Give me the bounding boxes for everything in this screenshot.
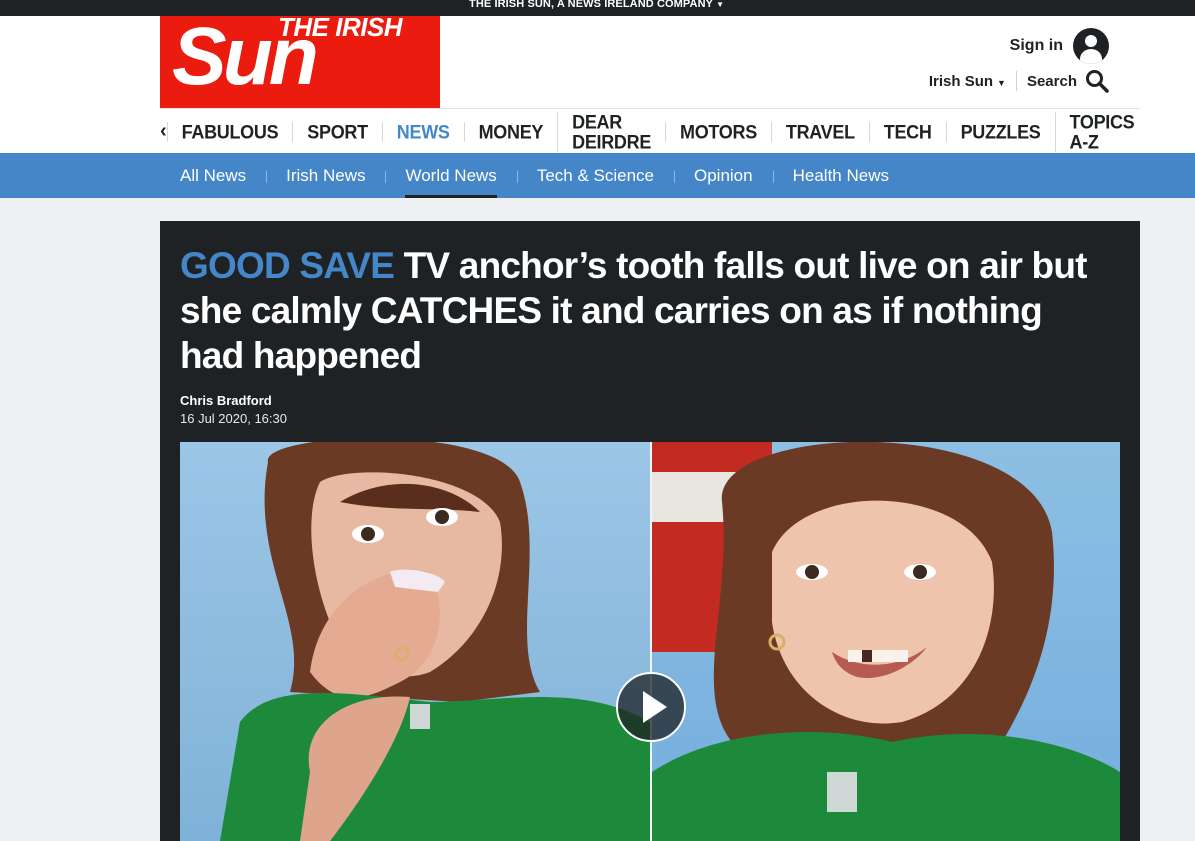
nav-item-puzzles[interactable]: PUZZLES	[945, 121, 1055, 141]
subnav-item-tech-science[interactable]: Tech & Science	[516, 153, 674, 198]
nav-item-sport[interactable]: SPORT	[292, 121, 382, 141]
frame-divider	[650, 442, 652, 841]
nav-item-money[interactable]: MONEY	[463, 121, 558, 141]
publish-date: 16 Jul 2020, 16:30	[180, 411, 287, 426]
company-label: THE IRISH SUN, A NEWS IRELAND COMPANY	[469, 0, 714, 10]
search-label: Search	[1026, 72, 1077, 90]
edition-selector[interactable]: Irish Sun ▼	[929, 73, 1006, 90]
subnav-item-world-news[interactable]: World News	[385, 153, 516, 198]
nav-item-tech[interactable]: TECH	[868, 121, 946, 141]
account-area: Sign in	[1010, 26, 1109, 66]
chevron-down-icon: ▼	[716, 0, 725, 9]
nav-item-topics[interactable]: TOPICS A-Z	[1054, 111, 1149, 152]
sub-nav: All News Irish News World News Tech & Sc…	[0, 153, 1195, 198]
subnav-item-irish-news[interactable]: Irish News	[266, 153, 385, 198]
subnav-item-health-news[interactable]: Health News	[772, 153, 909, 198]
search-icon	[1086, 70, 1109, 93]
top-bar: THE IRISH SUN, A NEWS IRELAND COMPANY ▼	[0, 0, 1195, 16]
nav-item-motors[interactable]: MOTORS	[665, 121, 771, 141]
author-link[interactable]: Chris Bradford	[180, 393, 272, 408]
divider	[1015, 71, 1017, 91]
subnav-item-opinion[interactable]: Opinion	[674, 153, 773, 198]
company-menu[interactable]: THE IRISH SUN, A NEWS IRELAND COMPANY ▼	[469, 0, 724, 10]
site-logo[interactable]: THE IRISH Sun	[160, 16, 440, 108]
main-nav: ‹ FABULOUS SPORT NEWS MONEY DEAR DEIRDRE…	[160, 108, 1140, 154]
anchor-gap-tooth-image	[652, 442, 1120, 841]
nav-item-dear-deirdre[interactable]: DEAR DEIRDRE	[557, 111, 665, 152]
play-icon[interactable]	[616, 672, 686, 742]
headline-kicker: GOOD SAVE	[180, 245, 395, 286]
logo-text-sun: Sun	[172, 16, 319, 102]
user-icon[interactable]	[1073, 28, 1109, 64]
video-frame-right	[652, 442, 1120, 841]
video-player[interactable]	[180, 442, 1120, 841]
edition-label: Irish Sun	[928, 72, 994, 90]
chevron-left-icon[interactable]: ‹	[160, 109, 167, 154]
nav-item-travel[interactable]: TRAVEL	[770, 121, 869, 141]
search-button[interactable]: Search	[1027, 69, 1109, 93]
anchor-covering-mouth-image	[220, 442, 650, 841]
edition-search-row: Irish Sun ▼ Search	[929, 69, 1109, 93]
article-headline: GOOD SAVE TV anchor’s tooth falls out li…	[180, 243, 1110, 378]
nav-item-news[interactable]: NEWS	[381, 121, 464, 141]
sign-in-link[interactable]: Sign in	[1010, 37, 1063, 55]
nav-item-fabulous[interactable]: FABULOUS	[166, 121, 293, 141]
article-header: GOOD SAVE TV anchor’s tooth falls out li…	[160, 221, 1140, 841]
video-frame-left	[180, 442, 650, 841]
subnav-item-all-news[interactable]: All News	[160, 153, 266, 198]
chevron-down-icon: ▼	[997, 77, 1006, 88]
site-header: THE IRISH Sun Sign in Irish Sun ▼ Search …	[0, 16, 1195, 153]
